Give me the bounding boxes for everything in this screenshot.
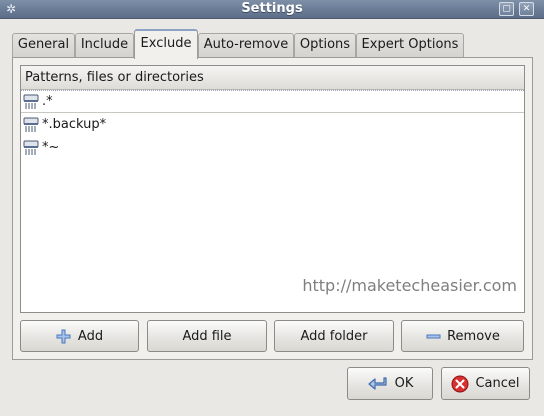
pattern-text: *~ (42, 139, 60, 155)
add-folder-button[interactable]: Add folder (274, 320, 394, 352)
add-file-button-label: Add file (182, 328, 232, 344)
cancel-button[interactable]: Cancel (441, 367, 530, 400)
close-icon: ✕ (522, 4, 531, 14)
cancel-button-label: Cancel (475, 376, 520, 391)
add-file-button[interactable]: Add file (147, 320, 267, 352)
exclude-list[interactable]: Patterns, files or directories .* *.back… (20, 65, 525, 313)
column-header-patterns[interactable]: Patterns, files or directories (21, 66, 524, 90)
tab-include[interactable]: Include (75, 33, 134, 58)
title-bar: ✲ Settings ▢ ✕ (0, 0, 544, 19)
plus-icon (56, 328, 72, 344)
tab-options[interactable]: Options (294, 33, 356, 58)
ok-arrow-icon (367, 376, 389, 392)
list-item[interactable]: *.backup* (21, 113, 524, 136)
ok-button-label: OK (394, 376, 414, 391)
window-title: Settings (241, 1, 303, 16)
shredder-icon (23, 140, 39, 155)
shredder-icon (23, 117, 39, 132)
add-button[interactable]: Add (20, 320, 139, 352)
add-folder-button-label: Add folder (300, 328, 368, 344)
list-item[interactable]: .* (21, 90, 524, 113)
maximize-button[interactable]: ▢ (499, 2, 514, 16)
remove-button[interactable]: Remove (401, 320, 524, 352)
maximize-icon: ▢ (502, 4, 511, 14)
watermark-text: http://maketecheasier.com (302, 276, 517, 295)
add-button-label: Add (77, 328, 104, 344)
pattern-text: .* (42, 93, 53, 109)
cancel-icon (451, 375, 469, 393)
tab-auto-remove[interactable]: Auto-remove (198, 33, 294, 58)
pattern-text: *.backup* (42, 116, 107, 132)
ok-button[interactable]: OK (347, 367, 433, 400)
close-button[interactable]: ✕ (519, 2, 534, 16)
list-item[interactable]: *~ (21, 136, 524, 159)
minus-icon (425, 328, 441, 344)
tab-exclude[interactable]: Exclude (134, 29, 198, 59)
shredder-icon (23, 94, 39, 109)
tab-expert-options[interactable]: Expert Options (356, 33, 464, 58)
tab-general[interactable]: General (12, 33, 75, 58)
remove-button-label: Remove (447, 328, 500, 344)
